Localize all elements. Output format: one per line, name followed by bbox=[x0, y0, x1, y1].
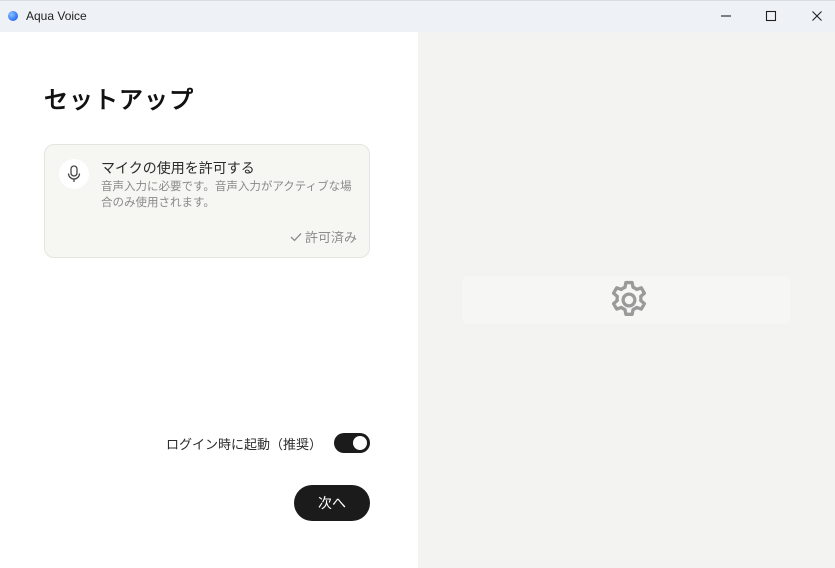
mic-permission-description: 音声入力に必要です。音声入力がアクティブな場合のみ使用されます。 bbox=[101, 179, 352, 209]
maximize-button[interactable] bbox=[748, 0, 794, 32]
gear-icon bbox=[611, 280, 647, 316]
window-title: Aqua Voice bbox=[26, 9, 87, 23]
next-button[interactable]: 次へ bbox=[294, 485, 370, 521]
close-button[interactable] bbox=[794, 0, 835, 32]
app-window: Aqua Voice セットアップ マイクの使用を許可する 音声入力に必要です。… bbox=[0, 0, 835, 568]
launch-at-login-label: ログイン時に起動（推奨） bbox=[165, 437, 322, 453]
microphone-icon bbox=[67, 165, 81, 182]
page-title: セットアップ bbox=[44, 86, 194, 114]
gear-icon-container bbox=[607, 278, 651, 322]
minimize-button[interactable] bbox=[703, 0, 749, 32]
maximize-icon bbox=[765, 10, 777, 22]
close-icon bbox=[812, 11, 822, 21]
aqua-voice-logo-icon bbox=[8, 11, 18, 21]
permission-status: 許可済み bbox=[290, 227, 357, 246]
minimize-icon bbox=[721, 15, 731, 17]
mic-icon-container bbox=[59, 159, 89, 189]
checkmark-icon bbox=[290, 232, 302, 241]
title-bar: Aqua Voice bbox=[0, 0, 835, 32]
launch-at-login-row: ログイン時に起動（推奨） bbox=[0, 432, 370, 454]
mic-permission-card[interactable]: マイクの使用を許可する 音声入力に必要です。音声入力がアクティブな場合のみ使用さ… bbox=[44, 144, 370, 258]
mic-permission-title: マイクの使用を許可する bbox=[101, 161, 255, 177]
setup-pane: セットアップ マイクの使用を許可する 音声入力に必要です。音声入力がアクティブな… bbox=[0, 32, 418, 568]
toggle-knob bbox=[353, 436, 367, 450]
permission-status-label: 許可済み bbox=[304, 231, 357, 246]
launch-at-login-toggle[interactable] bbox=[334, 433, 370, 453]
preview-pane bbox=[418, 32, 835, 568]
